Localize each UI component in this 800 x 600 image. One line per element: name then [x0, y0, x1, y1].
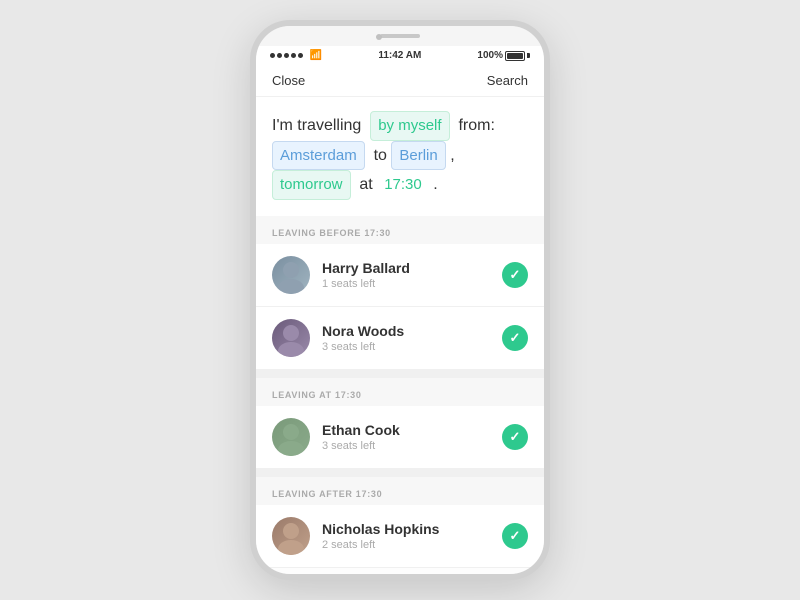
- ride-item[interactable]: Nora Woods 3 seats left ✓: [256, 307, 544, 370]
- origin-chip[interactable]: Amsterdam: [272, 141, 365, 171]
- join-button[interactable]: ✓: [502, 424, 528, 450]
- avatar: [272, 418, 310, 456]
- ride-info: Nicholas Hopkins 2 seats left: [322, 521, 502, 551]
- rider-name: Nora Woods: [322, 323, 502, 339]
- section-divider: [256, 469, 544, 477]
- rider-name: Harry Ballard: [322, 260, 502, 276]
- battery-percent: 100%: [477, 50, 503, 61]
- battery-bar: [505, 51, 525, 61]
- wifi-icon: 📶: [310, 50, 322, 61]
- signal-dot: [291, 53, 296, 58]
- signal-dot: [277, 53, 282, 58]
- join-icon: ✓: [510, 430, 521, 443]
- seats-left: 2 seats left: [322, 539, 502, 551]
- camera-dot: [376, 34, 382, 40]
- section-header-before: LEAVING BEFORE 17:30: [256, 216, 544, 244]
- seats-left: 1 seats left: [322, 278, 502, 290]
- ride-info: Ethan Cook 3 seats left: [322, 422, 502, 452]
- comma: ,: [450, 147, 454, 164]
- day-chip[interactable]: tomorrow: [272, 170, 351, 200]
- ride-info: Nora Woods 3 seats left: [322, 323, 502, 353]
- signal-area: 📶: [270, 50, 322, 61]
- ride-info: Harry Ballard 1 seats left: [322, 260, 502, 290]
- phone-top: [256, 26, 544, 46]
- nav-bar: Close Search: [256, 65, 544, 97]
- seats-left: 3 seats left: [322, 440, 502, 452]
- from-label: from:: [458, 117, 494, 134]
- results-scroll: LEAVING BEFORE 17:30 Harry Ballard 1 sea…: [256, 216, 544, 575]
- destination-chip[interactable]: Berlin: [391, 141, 445, 171]
- period: .: [433, 176, 437, 193]
- join-icon: ✓: [510, 529, 521, 542]
- rider-name: Ethan Cook: [322, 422, 502, 438]
- search-button[interactable]: Search: [487, 73, 528, 88]
- battery-indicator: 100%: [477, 50, 530, 61]
- ride-item[interactable]: Harry Ballard 1 seats left ✓: [256, 244, 544, 307]
- status-time: 11:42 AM: [378, 50, 421, 61]
- signal-dot: [270, 53, 275, 58]
- join-button[interactable]: ✓: [502, 262, 528, 288]
- close-button[interactable]: Close: [272, 73, 305, 88]
- search-form: I'm travelling by myself from: Amsterdam…: [256, 97, 544, 216]
- section-header-at: LEAVING AT 17:30: [256, 378, 544, 406]
- time-chip[interactable]: 17:30: [377, 171, 429, 199]
- section-header-after: LEAVING AFTER 17:30: [256, 477, 544, 505]
- to-label: to: [374, 147, 387, 164]
- battery-fill: [507, 53, 523, 59]
- join-button[interactable]: ✓: [502, 523, 528, 549]
- at-label: at: [359, 176, 372, 193]
- travel-mode-chip[interactable]: by myself: [370, 111, 449, 141]
- avatar: [272, 517, 310, 555]
- ride-item[interactable]: Clifford T... 1 seats left ✓: [256, 568, 544, 575]
- rider-name: Nicholas Hopkins: [322, 521, 502, 537]
- signal-dot: [298, 53, 303, 58]
- seats-left: 3 seats left: [322, 341, 502, 353]
- section-divider: [256, 370, 544, 378]
- prefix-text: I'm travelling: [272, 117, 361, 134]
- status-bar: 📶 11:42 AM 100%: [256, 46, 544, 65]
- ride-item[interactable]: Nicholas Hopkins 2 seats left ✓: [256, 505, 544, 568]
- ride-item[interactable]: Ethan Cook 3 seats left ✓: [256, 406, 544, 469]
- battery-tip: [527, 53, 530, 58]
- phone-shell: 📶 11:42 AM 100% Close Search I'm travell…: [250, 20, 550, 580]
- speaker: [380, 34, 420, 38]
- join-icon: ✓: [510, 331, 521, 344]
- join-icon: ✓: [510, 268, 521, 281]
- signal-dot: [284, 53, 289, 58]
- join-button[interactable]: ✓: [502, 325, 528, 351]
- avatar: [272, 319, 310, 357]
- avatar: [272, 256, 310, 294]
